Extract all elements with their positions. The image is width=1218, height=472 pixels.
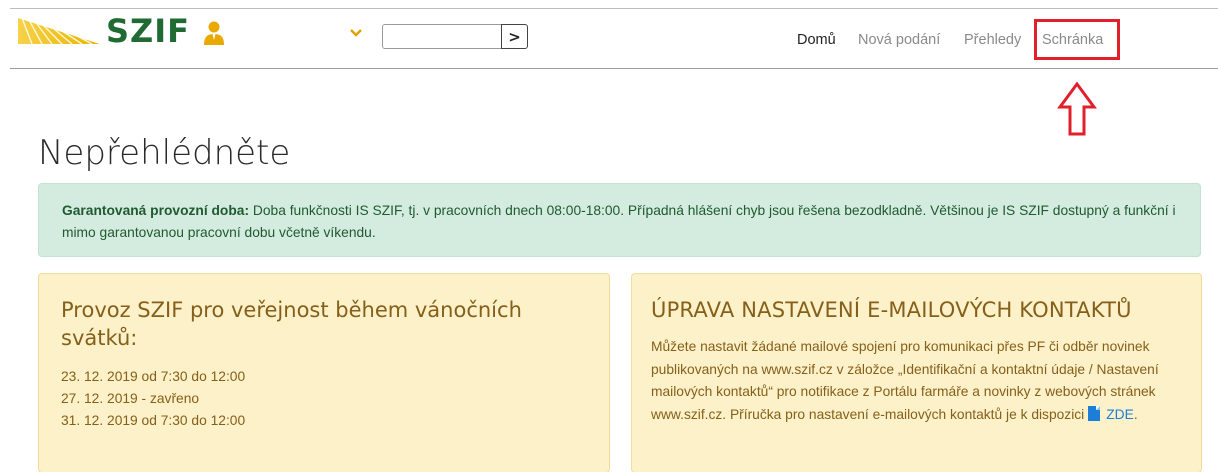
inbox-highlight-box — [1034, 19, 1120, 60]
list-item: 31. 12. 2019 od 7:30 do 12:00 — [61, 413, 246, 428]
nav-overviews[interactable]: Přehledy — [964, 32, 1021, 48]
link-suffix: . — [1133, 406, 1138, 422]
email-contacts-card: ÚPRAVA NASTAVENÍ E-MAILOVÝCH KONTAKTŮ Mů… — [631, 273, 1202, 472]
pdf-icon[interactable] — [1088, 405, 1101, 421]
nav-new-submissions[interactable]: Nová podání — [858, 32, 940, 48]
guide-link[interactable]: ZDE — [1106, 407, 1134, 422]
alert-label: Garantovaná provozní doba: — [62, 203, 250, 218]
chevron-down-icon[interactable] — [349, 28, 363, 38]
email-card-text: Můžete nastavit žádané mailové spojení p… — [651, 336, 1191, 426]
page-title: Nepřehlédněte — [38, 133, 291, 173]
go-button[interactable]: > — [501, 24, 528, 49]
operating-hours-alert: Garantovaná provozní doba: Doba funkčnos… — [38, 183, 1201, 257]
user-icon[interactable] — [203, 21, 225, 45]
email-card-body: Můžete nastavit žádané mailové spojení p… — [651, 339, 1159, 422]
entity-select-input[interactable] — [382, 24, 502, 49]
szif-logo[interactable]: SZIF — [10, 12, 190, 50]
logo-stripes-icon — [18, 18, 100, 44]
up-arrow-annotation — [1057, 81, 1097, 136]
list-item: 23. 12. 2019 od 7:30 do 12:00 — [61, 369, 246, 384]
holiday-dates-list: 23. 12. 2019 od 7:30 do 12:00 27. 12. 20… — [61, 366, 245, 432]
holiday-hours-card: Provoz SZIF pro veřejnost během vánočníc… — [38, 273, 610, 472]
logo-text: SZIF — [106, 12, 191, 50]
holiday-card-title: Provoz SZIF pro veřejnost během vánočníc… — [61, 298, 522, 350]
nav-home[interactable]: Domů — [797, 32, 836, 48]
list-item: 27. 12. 2019 - zavřeno — [61, 391, 200, 406]
email-card-title: ÚPRAVA NASTAVENÍ E-MAILOVÝCH KONTAKTŮ — [651, 298, 1132, 322]
